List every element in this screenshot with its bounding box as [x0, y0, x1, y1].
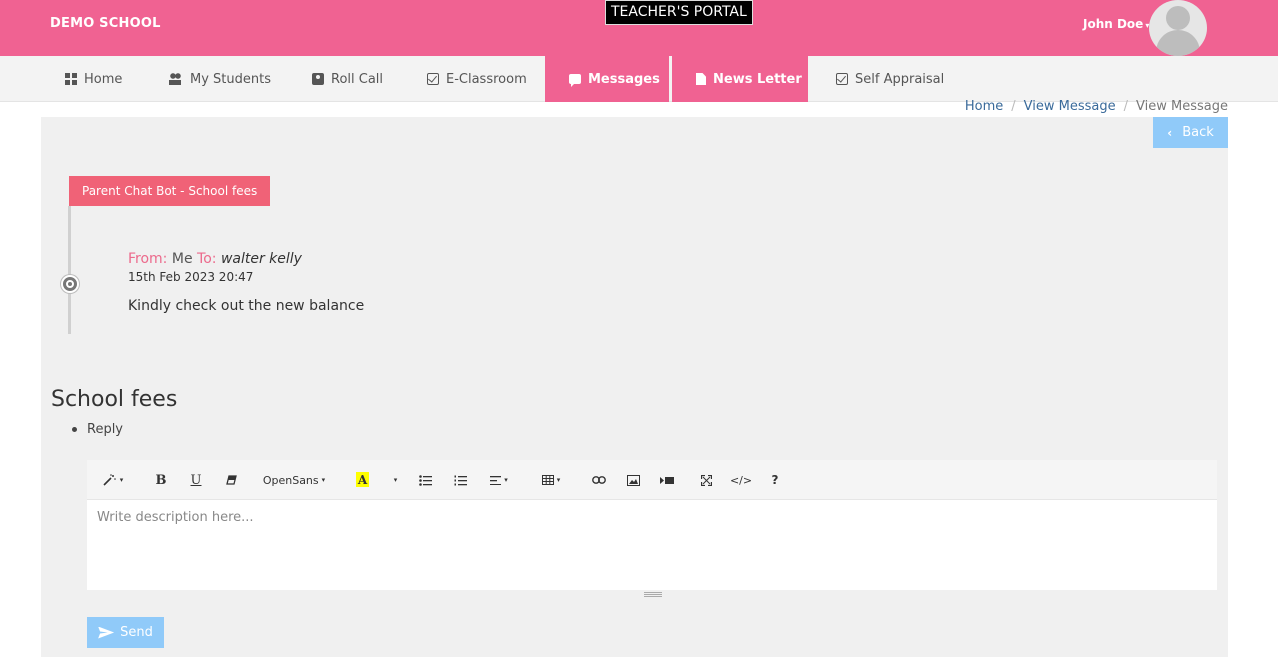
timeline-line — [68, 206, 71, 334]
ordered-list-button[interactable] — [452, 470, 468, 490]
nav-item-home[interactable]: Home — [65, 56, 122, 102]
grid-icon — [65, 73, 77, 85]
nav-item-news-letter[interactable]: News Letter — [672, 56, 808, 102]
link-button[interactable] — [591, 470, 607, 490]
table-button[interactable]: ▾ — [539, 470, 563, 490]
fullscreen-button[interactable] — [698, 470, 714, 490]
top-header: DEMO SCHOOL TEACHER'S PORTAL John Doe ▾ — [0, 0, 1278, 56]
nav-item-label: Self Appraisal — [855, 71, 945, 87]
expand-icon — [700, 474, 712, 486]
numbered-list-icon — [454, 475, 467, 485]
nav-item-self-appraisal[interactable]: Self Appraisal — [836, 56, 944, 102]
message-header: From: Me To: walter kelly — [128, 251, 302, 267]
user-menu[interactable]: John Doe ▾ — [1083, 17, 1149, 31]
breadcrumb: Home / View Message / View Message — [965, 99, 1228, 114]
table-icon — [541, 475, 554, 485]
help-button[interactable]: ? — [768, 470, 782, 490]
paragraph-align-button[interactable]: ▾ — [487, 470, 511, 490]
school-name[interactable]: DEMO SCHOOL — [50, 16, 161, 31]
chevron-down-icon: ▾ — [504, 476, 508, 484]
nav-item-label: Messages — [588, 71, 660, 87]
main-nav: Home My Students Roll Call E-Classroom M… — [0, 56, 1278, 102]
to-label: To: — [197, 251, 217, 267]
image-icon — [626, 474, 640, 486]
picture-button[interactable] — [625, 470, 641, 490]
reply-list-item: Reply — [72, 422, 123, 437]
portal-title: TEACHER'S PORTAL — [605, 0, 753, 25]
nav-item-label: Home — [84, 71, 123, 87]
magic-wand-icon — [103, 474, 116, 486]
breadcrumb-separator: / — [1011, 99, 1016, 114]
user-name[interactable]: John Doe — [1083, 17, 1143, 31]
nav-item-label: E-Classroom — [446, 71, 527, 87]
code-view-button[interactable]: </> — [730, 470, 752, 490]
to-value: walter kelly — [220, 251, 302, 267]
back-button[interactable]: ‹ Back — [1153, 117, 1228, 148]
breadcrumb-home[interactable]: Home — [965, 99, 1003, 114]
breadcrumb-view-message[interactable]: View Message — [1024, 99, 1116, 114]
breadcrumb-current: View Message — [1136, 99, 1228, 114]
video-icon — [660, 476, 674, 484]
chevron-down-icon: ▾ — [119, 476, 124, 484]
avatar[interactable] — [1149, 0, 1207, 56]
underline-button[interactable]: U — [188, 470, 204, 490]
nav-item-my-students[interactable]: My Students — [169, 56, 271, 102]
document-icon — [696, 73, 706, 85]
nav-item-label: My Students — [190, 71, 271, 87]
send-button-label: Send — [120, 625, 153, 640]
editor-placeholder: Write description here... — [97, 510, 254, 525]
from-label: From: — [128, 251, 168, 267]
link-icon — [592, 476, 606, 484]
chevron-down-icon: ▾ — [393, 476, 398, 484]
timeline-dot-icon — [61, 275, 79, 293]
avatar-head — [1166, 6, 1190, 30]
eraser-icon — [225, 474, 237, 485]
bullet-icon — [72, 427, 77, 432]
nav-item-label: Roll Call — [331, 71, 384, 87]
font-family-value: OpenSans — [262, 473, 319, 487]
align-left-icon — [490, 475, 502, 485]
thread-label: Parent Chat Bot - School fees — [69, 176, 271, 206]
back-button-label: Back — [1182, 125, 1214, 140]
description-editor-area[interactable]: Write description here... — [87, 500, 1217, 590]
bold-button[interactable]: B — [153, 470, 169, 490]
checkbox-icon — [836, 73, 848, 85]
breadcrumb-separator: / — [1123, 99, 1129, 114]
message-date: 15th Feb 2023 20:47 — [128, 270, 254, 284]
chevron-down-icon: ▾ — [556, 476, 561, 484]
rich-text-editor: ▾ B U OpenSans ▾ A ▾ ▾ ▾ </> ? Write des… — [87, 460, 1217, 600]
message-body: Kindly check out the new balance — [128, 298, 365, 314]
paper-plane-icon — [98, 626, 115, 639]
nav-item-messages[interactable]: Messages — [545, 56, 669, 102]
subject-heading: School fees — [51, 387, 178, 412]
color-dropdown-button[interactable]: ▾ — [389, 470, 399, 490]
nav-item-roll-call[interactable]: Roll Call — [312, 56, 383, 102]
bullet-list-icon — [418, 474, 432, 486]
avatar-body — [1156, 30, 1200, 56]
unordered-list-button[interactable] — [417, 470, 433, 490]
nav-item-e-classroom[interactable]: E-Classroom — [427, 56, 527, 102]
text-color-button[interactable]: A — [356, 472, 369, 487]
people-icon — [169, 73, 183, 85]
video-button[interactable] — [659, 470, 675, 490]
send-button[interactable]: Send — [87, 617, 164, 648]
clear-format-button[interactable] — [223, 470, 239, 490]
magic-wand-style-button[interactable]: ▾ — [101, 470, 125, 490]
reply-label: Reply — [87, 422, 124, 437]
from-value: Me — [171, 251, 193, 267]
chevron-left-icon: ‹ — [1167, 125, 1173, 140]
nav-item-label: News Letter — [713, 71, 802, 87]
editor-resize-handle[interactable] — [644, 592, 662, 597]
chat-icon — [569, 74, 581, 87]
chevron-down-icon: ▾ — [321, 476, 326, 484]
editor-toolbar: ▾ B U OpenSans ▾ A ▾ ▾ ▾ </> ? — [87, 460, 1217, 500]
font-family-select[interactable]: OpenSans ▾ — [259, 470, 329, 490]
badge-icon — [312, 73, 324, 85]
checkbox-icon — [427, 73, 439, 85]
